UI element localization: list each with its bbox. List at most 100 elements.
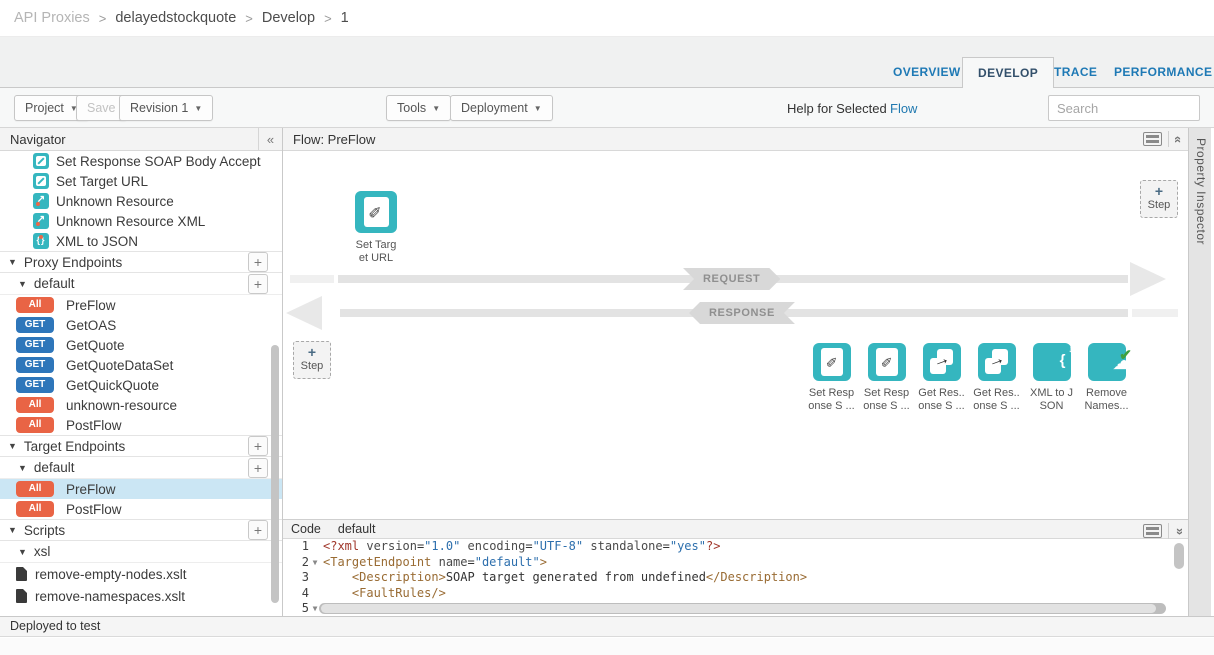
- nav-section-proxy-endpoints[interactable]: ▼Proxy Endpoints+: [0, 251, 282, 273]
- raise-fault-policy-icon: ↗: [33, 193, 49, 209]
- nav-policy-unknown-resource[interactable]: ↗Unknown Resource: [0, 191, 282, 211]
- xml-to-json-policy-icon: {}: [33, 233, 49, 249]
- search-input[interactable]: [1048, 95, 1200, 121]
- code-horizontal-scrollbar[interactable]: [319, 603, 1166, 614]
- code-line-1[interactable]: 1<?xml version="1.0" encoding="UTF-8" st…: [283, 539, 1188, 555]
- navigator-scrollbar[interactable]: [271, 345, 279, 603]
- code-fold-icon[interactable]: ▼: [309, 555, 321, 571]
- nav-section-target-endpoints[interactable]: ▼Target Endpoints+: [0, 435, 282, 457]
- navigator-header: Navigator «: [0, 128, 282, 151]
- nav-policy-unknown-resource-xml[interactable]: ↗Unknown Resource XML: [0, 211, 282, 231]
- pencil-policy-icon: [33, 153, 49, 169]
- tools-menu-button[interactable]: Tools▼: [386, 95, 451, 121]
- tab-overview[interactable]: OVERVIEW: [887, 57, 967, 87]
- nav-file-remove-empty-nodes-xslt[interactable]: remove-empty-nodes.xslt: [0, 563, 282, 585]
- navigator-panel: Navigator « Set Response SOAP Body Accep…: [0, 128, 283, 616]
- expand-triangle-icon[interactable]: ▼: [8, 525, 17, 535]
- policy-set-target-url[interactable]: ✎ Set Targ et URL: [346, 191, 406, 265]
- breadcrumb-develop[interactable]: Develop: [262, 10, 315, 26]
- code-vertical-scrollbar[interactable]: [1174, 543, 1184, 569]
- tab-performance[interactable]: PERFORMANCE: [1108, 57, 1214, 87]
- xml-to-json-policy-icon: ↓{ }: [1033, 343, 1071, 381]
- breadcrumb-proxy-name[interactable]: delayedstockquote: [115, 10, 236, 26]
- remove-namespaces-policy-icon: ☁✔: [1088, 343, 1126, 381]
- policy-get-res-onse-s[interactable]: →Get Res..onse S ...: [969, 343, 1024, 413]
- flow-title: Flow: PreFlow: [293, 132, 375, 147]
- flow-canvas: ✎ Set Targ et URL + Step REQUEST RESPO: [283, 151, 1188, 519]
- raise-fault-policy-icon: ↗: [33, 213, 49, 229]
- add-default-button[interactable]: +: [248, 458, 268, 478]
- pencil-policy-icon: [33, 173, 49, 189]
- nav-flow-unknown-resource[interactable]: Allunknown-resource: [0, 395, 282, 415]
- navigator-title: Navigator: [10, 132, 66, 147]
- nav-subsection-default[interactable]: ▼default+: [0, 457, 282, 479]
- nav-section-scripts[interactable]: ▼Scripts+: [0, 519, 282, 541]
- nav-flow-postflow[interactable]: AllPostFlow: [0, 415, 282, 435]
- expand-triangle-icon[interactable]: ▼: [8, 441, 17, 451]
- panel-layout-icon[interactable]: [1143, 524, 1162, 538]
- add-proxy-endpoints-button[interactable]: +: [248, 252, 268, 272]
- code-line-4[interactable]: 4 <FaultRules/>: [283, 586, 1188, 602]
- nav-flow-getquotedataset[interactable]: GETGetQuoteDataSet: [0, 355, 282, 375]
- add-step-button-request[interactable]: + Step: [1140, 180, 1178, 218]
- add-step-button-response[interactable]: + Step: [293, 341, 331, 379]
- caret-down-icon: ▼: [534, 104, 542, 113]
- deployment-menu-button[interactable]: Deployment▼: [450, 95, 553, 121]
- breadcrumb-separator: >: [324, 11, 332, 26]
- policy-set-resp-onse-s[interactable]: ✎Set Response S ...: [859, 343, 914, 413]
- file-icon: [16, 567, 27, 581]
- property-inspector-rail[interactable]: Property Inspector: [1188, 128, 1214, 616]
- file-icon: [16, 589, 27, 603]
- expand-triangle-icon[interactable]: ▼: [8, 257, 17, 267]
- nav-policy-set-response-soap-body-accept[interactable]: Set Response SOAP Body Accept: [0, 151, 282, 171]
- line-number: 3: [283, 570, 309, 586]
- nav-flow-getquickquote[interactable]: GETGetQuickQuote: [0, 375, 282, 395]
- tab-trace[interactable]: TRACE: [1048, 57, 1103, 87]
- pencil-policy-icon: ✎: [868, 343, 906, 381]
- code-line-2[interactable]: 2▼<TargetEndpoint name="default">: [283, 555, 1188, 571]
- breadcrumb-separator: >: [99, 11, 107, 26]
- policy-xml-to-j-son[interactable]: ↓{ }XML to JSON: [1024, 343, 1079, 413]
- nav-subsection-default[interactable]: ▼default+: [0, 273, 282, 295]
- tab-develop[interactable]: DEVELOP: [962, 57, 1054, 88]
- nav-file-remove-namespaces-xslt[interactable]: remove-namespaces.xslt: [0, 585, 282, 607]
- response-line-stub: [1132, 309, 1178, 317]
- collapse-panel-up-icon[interactable]: «: [1171, 135, 1186, 142]
- add-default-button[interactable]: +: [248, 274, 268, 294]
- verb-badge-get: GET: [16, 337, 54, 353]
- footer-space: [0, 638, 1214, 655]
- request-line-stub: [290, 275, 334, 283]
- code-tab-default[interactable]: default: [338, 522, 376, 536]
- nav-flow-preflow[interactable]: AllPreFlow: [0, 295, 282, 315]
- expand-triangle-icon[interactable]: ▼: [18, 463, 27, 473]
- breadcrumb-api-proxies[interactable]: API Proxies: [14, 10, 90, 26]
- caret-down-icon: ▼: [194, 104, 202, 113]
- add-target-endpoints-button[interactable]: +: [248, 436, 268, 456]
- expand-triangle-icon[interactable]: ▼: [18, 279, 27, 289]
- nav-policy-set-target-url[interactable]: Set Target URL: [0, 171, 282, 191]
- policy-set-resp-onse-s[interactable]: ✎Set Response S ...: [804, 343, 859, 413]
- policy-get-res-onse-s[interactable]: →Get Res..onse S ...: [914, 343, 969, 413]
- nav-policy-xml-to-json[interactable]: {}XML to JSON: [0, 231, 282, 251]
- revision-menu-button[interactable]: Revision 1▼: [119, 95, 213, 121]
- collapse-panel-down-icon[interactable]: «: [1171, 527, 1186, 534]
- line-number: 1: [283, 539, 309, 555]
- breadcrumb-revision[interactable]: 1: [341, 10, 349, 26]
- expand-triangle-icon[interactable]: ▼: [18, 547, 27, 557]
- pencil-policy-icon: ✎: [355, 191, 397, 233]
- nav-subsection-xsl[interactable]: ▼xsl: [0, 541, 282, 563]
- service-callout-policy-icon: →: [978, 343, 1016, 381]
- panel-layout-icon[interactable]: [1143, 132, 1162, 146]
- divider: [1168, 523, 1169, 539]
- verb-badge-all: All: [16, 417, 54, 433]
- policy-remove-names[interactable]: ☁✔RemoveNames...: [1079, 343, 1134, 413]
- nav-flow-getquote[interactable]: GETGetQuote: [0, 335, 282, 355]
- line-number: 2: [283, 555, 309, 571]
- add-scripts-button[interactable]: +: [248, 520, 268, 540]
- code-line-3[interactable]: 3 <Description>SOAP target generated fro…: [283, 570, 1188, 586]
- nav-flow-preflow[interactable]: AllPreFlow: [0, 479, 282, 499]
- help-flow-link[interactable]: Flow: [890, 101, 917, 116]
- navigator-collapse-icon[interactable]: «: [258, 128, 282, 150]
- nav-flow-getoas[interactable]: GETGetOAS: [0, 315, 282, 335]
- nav-flow-postflow[interactable]: AllPostFlow: [0, 499, 282, 519]
